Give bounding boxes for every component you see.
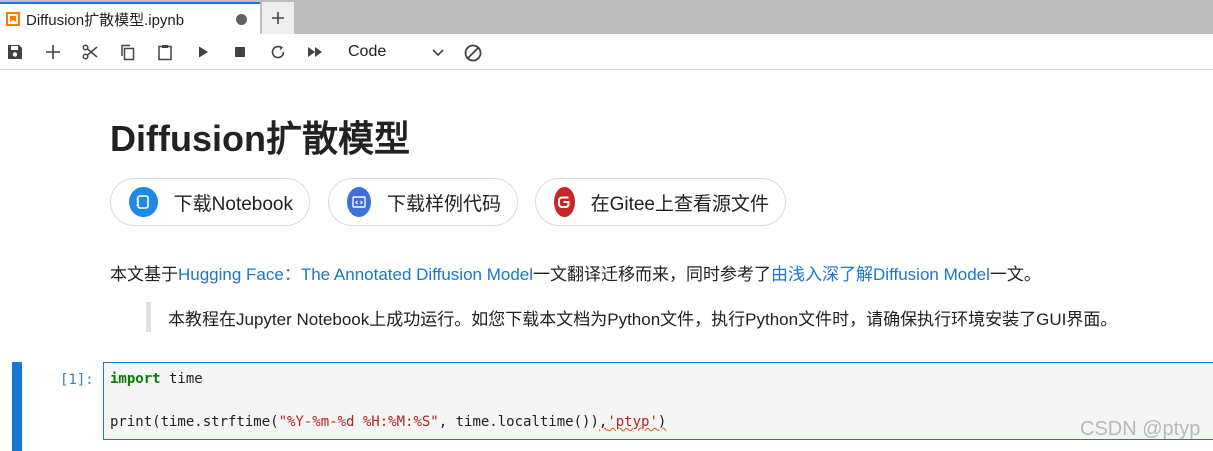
view-on-gitee-button[interactable]: 在Gitee上查看源文件 <box>535 178 786 226</box>
active-cell-indicator[interactable] <box>12 362 22 451</box>
gitee-icon <box>554 187 575 217</box>
download-notebook-label: 下载Notebook <box>173 193 293 215</box>
annotated-diffusion-link[interactable]: Hugging Face：The Annotated Diffusion Mod… <box>178 265 533 284</box>
download-notebook-button[interactable]: 下载Notebook <box>110 178 310 226</box>
plus-icon <box>46 45 60 59</box>
cell-type-select[interactable]: Code <box>340 40 450 64</box>
tab-bar: Diffusion扩散模型.ipynb <box>0 0 1213 34</box>
clipboard-icon <box>158 45 172 61</box>
restart-icon <box>271 45 285 59</box>
notebook-toolbar: Code <box>0 34 1213 70</box>
stop-icon <box>235 47 245 57</box>
notebook-icon <box>129 187 158 217</box>
insert-cell-button[interactable] <box>39 34 67 70</box>
scissors-icon <box>82 44 98 60</box>
restart-button[interactable] <box>264 34 292 70</box>
note-blockquote: 本教程在Jupyter Notebook上成功运行。如您下载本文档为Python… <box>146 302 1117 332</box>
code-cell-editor[interactable]: import time print(time.strftime("%Y-%m-%… <box>103 362 1213 440</box>
csdn-watermark: CSDN @ptyp <box>1080 418 1201 440</box>
copy-button[interactable] <box>114 34 142 70</box>
play-icon <box>199 46 208 58</box>
code-print-call: print(time.strftime( <box>110 414 279 430</box>
diffusion-model-article-link[interactable]: 由浅入深了解Diffusion Model <box>771 265 990 284</box>
intro-prefix: 本文基于 <box>110 265 178 284</box>
cell-type-value: Code <box>348 43 387 60</box>
intro-middle: 一文翻译迁移而来，同时参考了 <box>533 265 772 284</box>
paste-button[interactable] <box>151 34 179 70</box>
code-line-2: print(time.strftime("%Y-%m-%d %H:%M:%S",… <box>110 414 666 430</box>
keyword-import: import <box>110 371 161 387</box>
unsaved-indicator-icon[interactable] <box>236 14 247 25</box>
code-localtime-call: , time.localtime()) <box>438 414 599 430</box>
view-on-gitee-label: 在Gitee上查看源文件 <box>590 193 769 215</box>
code-line-1: import time <box>110 371 203 387</box>
fast-forward-icon <box>308 47 322 57</box>
save-button[interactable] <box>1 34 29 70</box>
cell-execution-prompt: [1]: <box>60 372 94 388</box>
run-button[interactable] <box>189 34 217 70</box>
chevron-down-icon <box>432 49 444 57</box>
page-title: Diffusion扩散模型 <box>110 118 410 159</box>
plus-icon <box>272 12 284 24</box>
download-code-label: 下载样例代码 <box>386 193 501 215</box>
notebook-file-icon <box>6 12 20 26</box>
save-icon <box>8 45 22 59</box>
code-close-paren: ) <box>657 414 667 430</box>
code-import-target: time <box>160 371 203 387</box>
code-format-string: "%Y-%m-%d %H:%M:%S" <box>278 414 439 430</box>
kernel-status-indicator <box>462 42 484 64</box>
code-extra-string: 'ptyp' <box>607 414 658 430</box>
download-code-button[interactable]: 下载样例代码 <box>328 178 518 226</box>
intro-paragraph: 本文基于Hugging Face：The Annotated Diffusion… <box>110 260 1041 285</box>
kernel-idle-icon <box>464 44 482 62</box>
run-all-button[interactable] <box>301 34 329 70</box>
stop-button[interactable] <box>226 34 254 70</box>
notebook-tab[interactable]: Diffusion扩散模型.ipynb <box>0 2 260 34</box>
tab-title: Diffusion扩散模型.ipynb <box>26 11 185 29</box>
code-icon <box>347 187 371 217</box>
intro-suffix: 一文。 <box>989 265 1041 284</box>
cut-button[interactable] <box>76 34 104 70</box>
new-tab-button[interactable] <box>262 2 294 34</box>
note-text: 本教程在Jupyter Notebook上成功运行。如您下载本文档为Python… <box>168 309 1118 329</box>
copy-icon <box>121 44 135 61</box>
